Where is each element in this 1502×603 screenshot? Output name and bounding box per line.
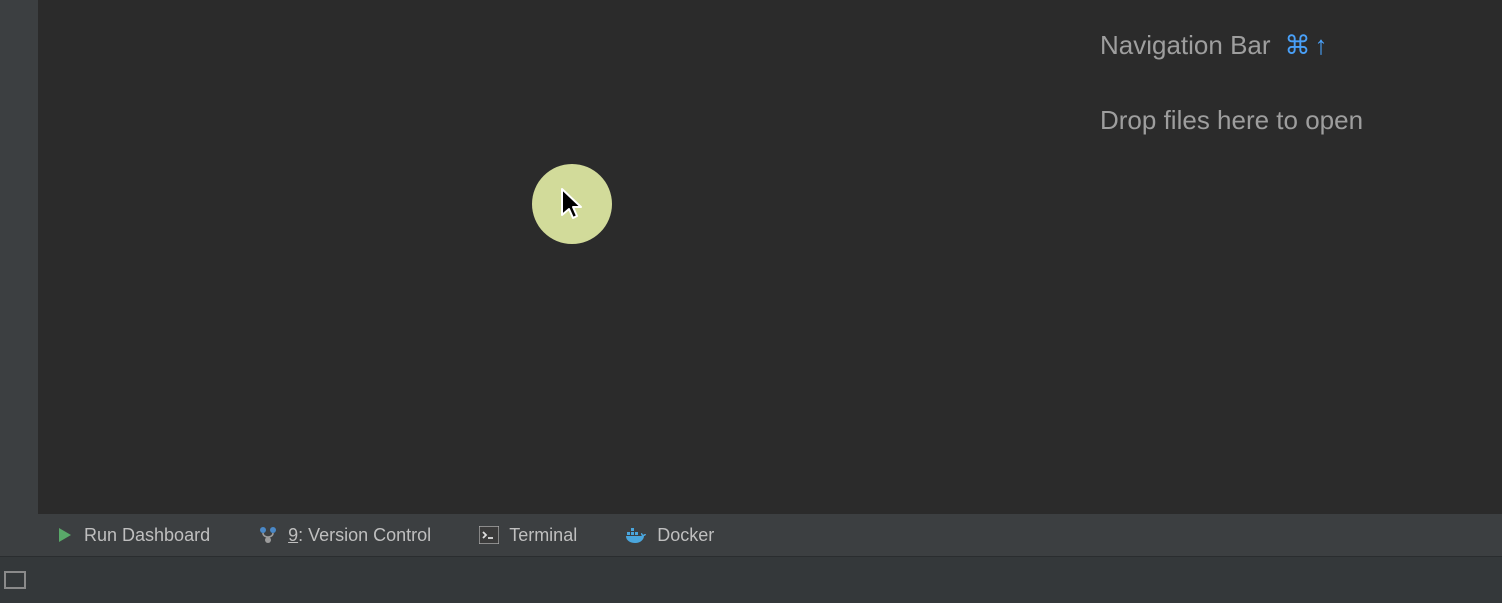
bottom-toolwindow-bar: Run Dashboard 9: Version Control Termina… <box>0 514 1502 556</box>
branch-icon <box>258 525 278 545</box>
hint-navigation-bar-row: Navigation Bar ⌘ ↑ <box>1100 30 1363 61</box>
docker-icon <box>625 526 647 544</box>
toolwindow-run-dashboard[interactable]: Run Dashboard <box>56 525 210 546</box>
toolwindow-run-dashboard-label: Run Dashboard <box>84 525 210 546</box>
toolwindow-terminal[interactable]: Terminal <box>479 525 577 546</box>
play-icon <box>56 526 74 544</box>
window-rect-icon <box>4 571 26 589</box>
hint-navigation-bar-shortcut: ⌘ ↑ <box>1285 30 1328 61</box>
terminal-icon <box>479 526 499 544</box>
editor-empty-area[interactable]: Navigation Bar ⌘ ↑ Drop files here to op… <box>38 0 1502 514</box>
toolwindow-docker-label: Docker <box>657 525 714 546</box>
hint-navigation-bar-label: Navigation Bar <box>1100 30 1271 61</box>
toolwindow-docker[interactable]: Docker <box>625 525 714 546</box>
editor-hints: Navigation Bar ⌘ ↑ Drop files here to op… <box>1100 30 1363 136</box>
toolwindow-terminal-label: Terminal <box>509 525 577 546</box>
toolwindow-quick-access-button[interactable] <box>4 571 26 589</box>
hint-drop-files-label: Drop files here to open <box>1100 105 1363 136</box>
left-toolwindow-stripe[interactable] <box>0 0 38 556</box>
status-bar <box>0 556 1502 603</box>
up-arrow-icon: ↑ <box>1315 30 1328 61</box>
toolwindow-version-control-label: 9: Version Control <box>288 525 431 546</box>
arrow-pointer-icon <box>559 187 585 221</box>
toolwindow-version-control[interactable]: 9: Version Control <box>258 525 431 546</box>
cursor-highlight-indicator <box>532 164 612 244</box>
cmd-key-icon: ⌘ <box>1285 30 1311 61</box>
